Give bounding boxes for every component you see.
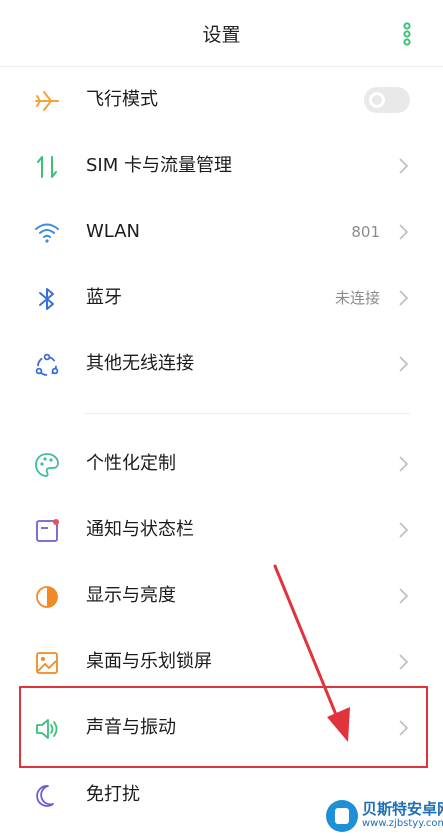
setting-label: 个性化定制 (86, 453, 176, 474)
setting-label: 通知与状态栏 (86, 519, 194, 540)
setting-row-bluetooth[interactable]: 蓝牙 未连接 (0, 265, 443, 331)
notification-icon (36, 519, 59, 542)
setting-label: 免打扰 (86, 784, 140, 805)
sim-data-icon (37, 156, 57, 178)
toggle-knob (369, 92, 385, 108)
chevron-right-icon (399, 158, 409, 174)
chevron-right-icon (399, 224, 409, 240)
more-dots-icon[interactable] (398, 22, 416, 46)
header: 设置 (0, 0, 443, 66)
section-divider (84, 413, 410, 414)
watermark-logo (326, 800, 358, 832)
setting-label: 其他无线连接 (86, 353, 194, 374)
airplane-mode-toggle[interactable] (364, 87, 410, 113)
bluetooth-icon (39, 288, 54, 310)
setting-row-sim[interactable]: SIM 卡与流量管理 (0, 133, 443, 199)
highlight-box (19, 686, 428, 768)
wallpaper-icon (36, 652, 58, 674)
wireless-connections-icon (35, 353, 59, 376)
watermark-url: www.zjbstyy.com (362, 818, 443, 829)
chevron-right-icon (399, 654, 409, 670)
setting-value: 未连接 (334, 289, 380, 307)
setting-label: WLAN (86, 221, 141, 242)
setting-value: 801 (351, 223, 380, 241)
setting-label: 蓝牙 (86, 287, 122, 308)
setting-row-notifications[interactable]: 通知与状态栏 (0, 497, 443, 563)
setting-label: 显示与亮度 (86, 585, 176, 606)
chevron-right-icon (399, 456, 409, 472)
chevron-right-icon (399, 588, 409, 604)
chevron-right-icon (399, 356, 409, 372)
setting-row-other-wireless[interactable]: 其他无线连接 (0, 331, 443, 397)
setting-row-personalize[interactable]: 个性化定制 (0, 431, 443, 497)
setting-label: 飞行模式 (86, 89, 158, 110)
setting-label: SIM 卡与流量管理 (86, 155, 232, 176)
setting-label: 桌面与乐划锁屏 (86, 651, 212, 672)
moon-icon (36, 785, 54, 807)
watermark-title: 贝斯特安卓网 (362, 800, 443, 818)
palette-icon (35, 453, 59, 477)
airplane-icon (35, 91, 59, 111)
chevron-right-icon (399, 522, 409, 538)
chevron-right-icon (399, 290, 409, 306)
brightness-icon (36, 586, 58, 608)
page-title: 设置 (202, 24, 241, 46)
setting-row-wlan[interactable]: WLAN 801 (0, 199, 443, 265)
wifi-icon (35, 223, 59, 243)
watermark: 贝斯特安卓网 www.zjbstyy.com (322, 796, 443, 836)
setting-row-display[interactable]: 显示与亮度 (0, 563, 443, 629)
